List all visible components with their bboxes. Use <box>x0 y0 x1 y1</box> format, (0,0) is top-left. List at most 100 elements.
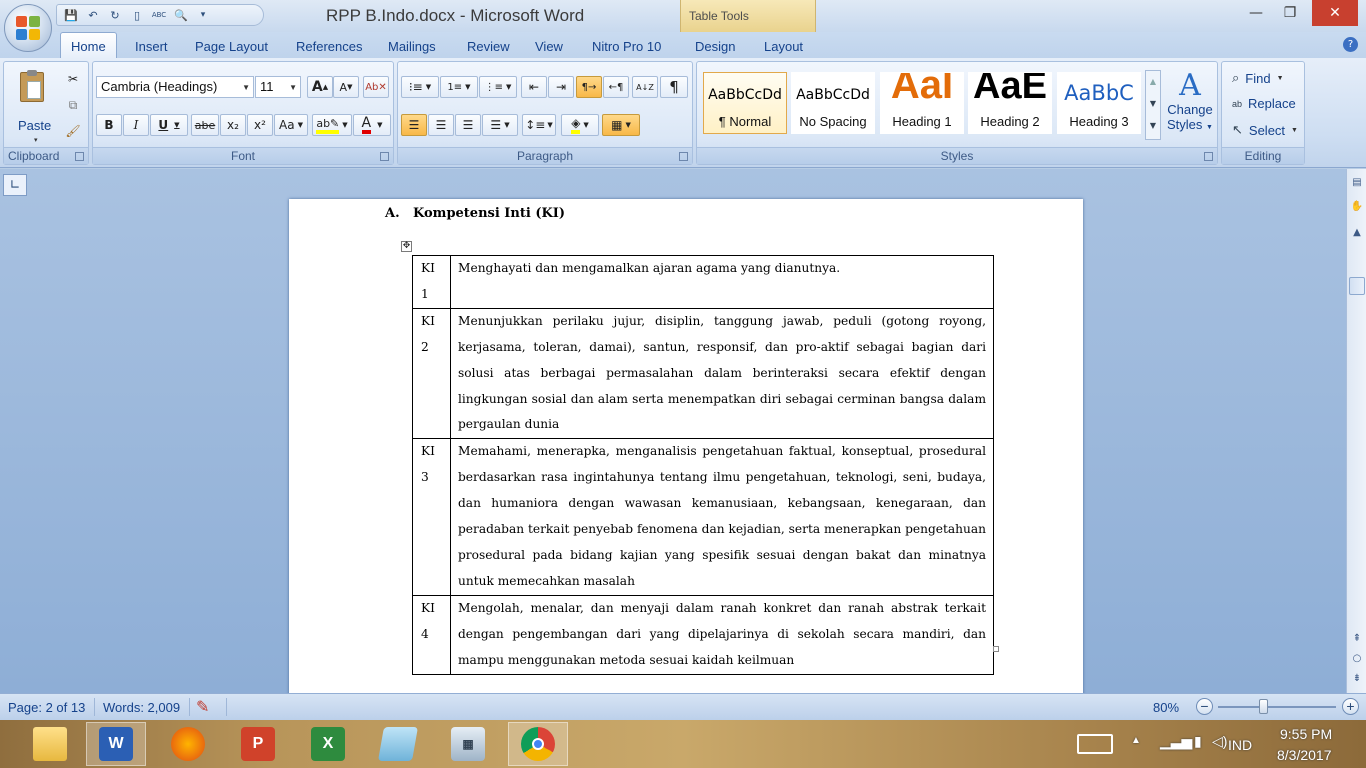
replace-button[interactable]: ab Replace <box>1232 96 1296 111</box>
proofing-status-icon[interactable]: ✎ <box>196 697 209 717</box>
paragraph-launcher-icon[interactable] <box>679 152 688 161</box>
align-right-button[interactable]: ☰ <box>455 114 481 136</box>
text-highlight-button[interactable]: ab✎ ▼ <box>312 114 352 136</box>
underline-button[interactable]: U ▼ <box>150 114 188 136</box>
format-painter-icon[interactable]: 🖌 <box>64 120 82 142</box>
ki-text-cell[interactable]: Menunjukkan perilaku jujur, disiplin, ta… <box>450 307 994 440</box>
close-button[interactable]: ✕ <box>1312 0 1358 26</box>
align-left-button[interactable]: ☰ <box>401 114 427 136</box>
previous-page-icon[interactable]: ⇞ <box>1349 631 1365 647</box>
print-preview-icon[interactable]: 🔍 <box>173 7 189 23</box>
volume-icon[interactable]: ◁) <box>1212 733 1227 750</box>
zoom-slider-thumb[interactable] <box>1259 699 1268 714</box>
ki-code-cell[interactable]: KI 3 <box>412 438 451 596</box>
show-marks-button[interactable]: ¶ <box>660 76 688 98</box>
document-page[interactable]: A. Kompetensi Inti (KI) ✥ KI 1 Menghayati… <box>289 199 1083 693</box>
strikethrough-button[interactable]: abe <box>191 114 219 136</box>
table-resize-handle[interactable] <box>993 646 999 652</box>
shrink-font-button[interactable]: A ▼ <box>333 76 359 98</box>
cut-icon[interactable]: ✂ <box>64 68 82 90</box>
battery-icon[interactable]: ▮ <box>1194 733 1202 750</box>
browse-hand-icon[interactable]: ✋ <box>1349 199 1365 215</box>
scroll-thumb[interactable] <box>1349 277 1365 295</box>
input-language[interactable]: IND <box>1228 737 1252 753</box>
save-icon[interactable]: 💾 <box>63 7 79 23</box>
tab-nitro-pro[interactable]: Nitro Pro 10 <box>592 39 661 54</box>
style-no-spacing[interactable]: AaBbCcDd No Spacing <box>791 72 875 134</box>
styles-launcher-icon[interactable] <box>1204 152 1213 161</box>
multilevel-list-button[interactable]: ⋮≡ ▼ <box>479 76 517 98</box>
font-family-combo[interactable]: Cambria (Headings) ▼ <box>96 76 254 98</box>
spelling-icon[interactable]: ABC <box>151 7 167 23</box>
taskbar-firefox[interactable] <box>158 722 218 766</box>
scroll-up-icon[interactable]: ▲ <box>1349 225 1365 241</box>
styles-more-icon[interactable]: ▼ <box>1146 115 1160 137</box>
next-page-icon[interactable]: ⇟ <box>1349 671 1365 687</box>
clock-time[interactable]: 9:55 PM <box>1280 726 1332 742</box>
tab-view[interactable]: View <box>535 39 563 54</box>
page-count[interactable]: Page: 2 of 13 <box>8 700 85 715</box>
redo-icon[interactable]: ↻ <box>107 7 123 23</box>
clipboard-launcher-icon[interactable] <box>75 152 84 161</box>
font-launcher-icon[interactable] <box>380 152 389 161</box>
customize-qat-icon[interactable]: ▾ <box>195 7 211 23</box>
taskbar-chrome[interactable] <box>508 722 568 766</box>
taskbar-notepad[interactable] <box>368 722 428 766</box>
taskbar-excel[interactable]: X <box>298 722 358 766</box>
view-ruler-icon[interactable]: ▤ <box>1349 175 1365 191</box>
tab-home[interactable]: Home <box>60 32 117 59</box>
font-color-button[interactable]: A ▼ <box>353 114 391 136</box>
rtl-direction-button[interactable]: ←¶ <box>603 76 629 98</box>
superscript-button[interactable]: x² <box>247 114 273 136</box>
tab-mailings[interactable]: Mailings <box>388 39 436 54</box>
change-case-button[interactable]: Aa ▼ <box>274 114 308 136</box>
ki-code-cell[interactable]: KI 2 <box>412 307 451 440</box>
zoom-level[interactable]: 80% <box>1153 700 1179 715</box>
decrease-indent-button[interactable]: ⇤ <box>521 76 547 98</box>
tab-review[interactable]: Review <box>467 39 510 54</box>
table-move-handle-icon[interactable]: ✥ <box>401 241 412 252</box>
touch-keyboard-icon[interactable] <box>1077 734 1113 754</box>
tab-insert[interactable]: Insert <box>135 39 168 54</box>
tab-references[interactable]: References <box>296 39 362 54</box>
ki-text-cell[interactable]: Mengolah, menalar, dan menyaji dalam ran… <box>450 594 994 675</box>
taskbar-word[interactable]: W <box>86 722 146 766</box>
ki-code-cell[interactable]: KI 1 <box>412 255 451 309</box>
ki-text-cell[interactable]: Memahami, menerapka, menganalisis penget… <box>450 438 994 596</box>
styles-scroll-down-icon[interactable]: ▼ <box>1146 93 1160 115</box>
bullets-button[interactable]: ⁝≡ ▼ <box>401 76 439 98</box>
help-icon[interactable]: ? <box>1343 37 1358 52</box>
shading-button[interactable]: ◈ ▼ <box>561 114 599 136</box>
word-count[interactable]: Words: 2,009 <box>103 700 180 715</box>
paste-button[interactable]: Paste ▾ <box>12 68 56 148</box>
zoom-out-icon[interactable]: − <box>1196 698 1213 715</box>
style-heading-1[interactable]: AaI Heading 1 <box>880 72 964 134</box>
style-heading-3[interactable]: AaBbC Heading 3 <box>1057 72 1141 134</box>
clock-date[interactable]: 8/3/2017 <box>1277 747 1332 763</box>
select-browse-object-icon[interactable]: ○ <box>1349 651 1365 667</box>
ki-code-cell[interactable]: KI 4 <box>412 594 451 675</box>
select-button[interactable]: ↖ Select ▼ <box>1232 122 1298 138</box>
show-hidden-icons-icon[interactable]: ▲ <box>1131 735 1141 746</box>
increase-indent-button[interactable]: ⇥ <box>548 76 574 98</box>
tab-layout[interactable]: Layout <box>764 39 803 54</box>
bold-button[interactable]: B <box>96 114 122 136</box>
tab-page-layout[interactable]: Page Layout <box>195 39 268 54</box>
zoom-slider[interactable] <box>1218 706 1336 708</box>
new-document-icon[interactable]: ▯ <box>129 7 145 23</box>
numbering-button[interactable]: 1≡ ▼ <box>440 76 478 98</box>
tab-selector-icon[interactable]: ∟ <box>3 174 27 196</box>
styles-scroll-up-icon[interactable]: ▲ <box>1146 71 1160 93</box>
network-signal-icon[interactable]: ▁▃▅ <box>1160 733 1192 750</box>
taskbar-file-explorer[interactable] <box>20 722 80 766</box>
vertical-scrollbar[interactable]: ▤ ✋ ▲ ⇞ ○ ⇟ <box>1346 169 1366 693</box>
ki-text-cell[interactable]: Menghayati dan mengamalkan ajaran agama … <box>450 255 994 309</box>
borders-button[interactable]: ▦ ▼ <box>602 114 640 136</box>
maximize-button[interactable]: ❐ <box>1270 0 1310 26</box>
find-button[interactable]: ⌕ Find ▼ <box>1232 70 1284 86</box>
align-center-button[interactable]: ☰ <box>428 114 454 136</box>
clear-formatting-button[interactable]: Ab✕ <box>363 76 389 98</box>
taskbar-powerpoint[interactable]: P <box>228 722 288 766</box>
subscript-button[interactable]: x₂ <box>220 114 246 136</box>
style-heading-2[interactable]: AaE Heading 2 <box>968 72 1052 134</box>
